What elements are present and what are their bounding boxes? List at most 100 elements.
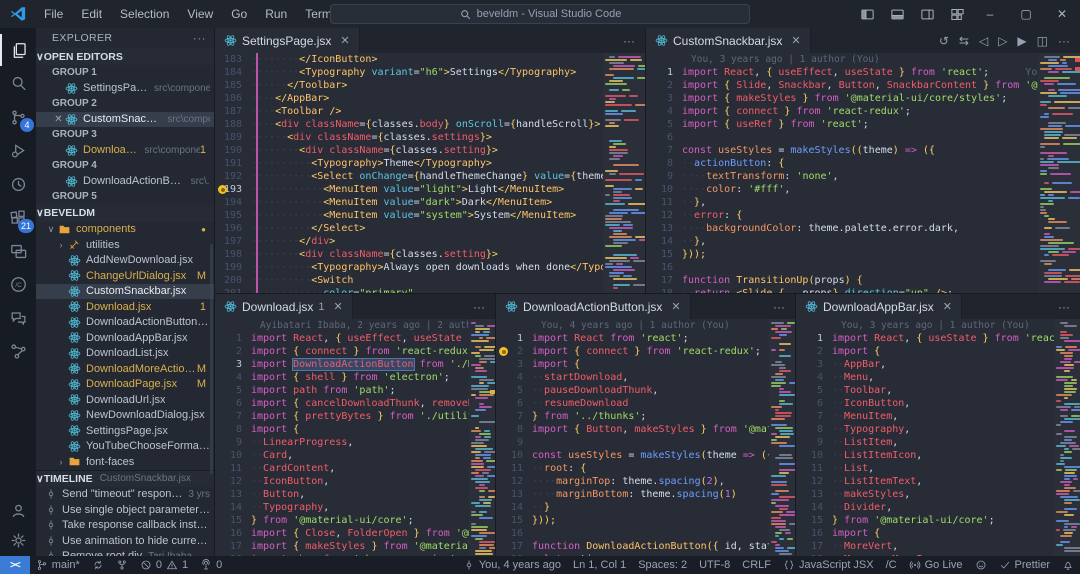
status-feedback[interactable]	[969, 556, 993, 574]
open-editor-item[interactable]: DownloadActionButton.jsxsrc\...	[36, 174, 214, 190]
status-gitlens-compare[interactable]	[110, 556, 134, 574]
menu-file[interactable]: File	[35, 0, 72, 28]
more-actions-icon[interactable]: ···	[1058, 34, 1070, 48]
status-problems[interactable]: 01	[134, 556, 194, 574]
more-actions-icon[interactable]: ···	[473, 300, 485, 314]
next-change-icon[interactable]: ▷	[998, 34, 1007, 48]
tree-file[interactable]: Download.jsx1	[36, 299, 214, 315]
menu-selection[interactable]: Selection	[111, 0, 178, 28]
tree-file[interactable]: AddNewDownload.jsx	[36, 253, 214, 269]
lightbulb-icon[interactable]	[218, 185, 227, 194]
customize-layout-icon[interactable]	[942, 0, 972, 28]
status-eol[interactable]: CRLF	[736, 556, 777, 574]
timeline-item[interactable]: Remove root divTari Ibaba	[36, 549, 214, 557]
status-remote-indicator[interactable]: ><	[0, 556, 30, 574]
status-language-mode[interactable]: JavaScript JSX	[777, 556, 880, 574]
code-area[interactable]: You, 4 years ago | 1 author (You)1import…	[496, 319, 769, 556]
activity-extensions[interactable]: 21	[0, 202, 36, 234]
tree-file[interactable]: DownloadActionButton.jsx	[36, 315, 214, 331]
status-git-branch[interactable]: main*	[30, 556, 86, 574]
status-cursor-position[interactable]: Ln 1, Col 1	[567, 556, 632, 574]
menu-edit[interactable]: Edit	[72, 0, 111, 28]
minimap[interactable]	[603, 53, 645, 293]
close-button[interactable]: ✕	[1044, 0, 1080, 28]
activity-share[interactable]	[0, 336, 36, 368]
tree-file[interactable]: NewDownloadDialog.jsx	[36, 408, 214, 424]
tree-file[interactable]: DownloadUrl.jsx	[36, 392, 214, 408]
timeline-item[interactable]: Take response callback instead ...	[36, 518, 214, 534]
project-header[interactable]: ∨BEVELDM	[36, 205, 214, 222]
activity-timeline-clock[interactable]	[0, 168, 36, 200]
activity-remote-explorer[interactable]	[0, 235, 36, 267]
toggle-panel-icon[interactable]	[882, 0, 912, 28]
tree-file[interactable]: CustomSnackbar.jsx	[36, 284, 214, 300]
history-icon[interactable]: ↺	[939, 34, 949, 48]
more-actions-icon[interactable]: ···	[773, 300, 785, 314]
run-icon[interactable]: ▶	[1017, 34, 1026, 48]
status-ports[interactable]: 0	[194, 556, 228, 574]
toggle-secondary-sidebar-icon[interactable]	[912, 0, 942, 28]
close-icon[interactable]: ✕	[791, 34, 800, 47]
status-commit-info[interactable]: You, 4 years ago	[457, 556, 567, 574]
timeline-header[interactable]: ∨TIMELINECustomSnackbar.jsx	[36, 470, 214, 487]
status-notifications[interactable]	[1056, 556, 1080, 574]
tree-file[interactable]: DownloadAppBar.jsx	[36, 330, 214, 346]
tree-file[interactable]: DownloadMoreActions.jsxM	[36, 361, 214, 377]
activity-accounts[interactable]	[0, 494, 36, 526]
lightbulb-icon[interactable]	[499, 347, 508, 356]
split-editor-icon[interactable]: ◫	[1037, 34, 1048, 48]
minimap[interactable]	[1038, 53, 1080, 293]
tree-folder[interactable]: ∨components●	[36, 222, 214, 238]
code-area[interactable]: You, 3 years ago | 1 author (You)1import…	[646, 53, 1038, 293]
tab-settings-page[interactable]: SettingsPage.jsx✕	[215, 28, 360, 53]
code-area[interactable]: Ayibatari Ibaba, 2 years ago | 2 authors…	[215, 319, 469, 556]
status-indentation[interactable]: Spaces: 2	[632, 556, 693, 574]
status-sync-changes[interactable]	[86, 556, 110, 574]
command-center-search[interactable]: beveldm - Visual Studio Code	[330, 4, 750, 24]
toggle-sidebar-icon[interactable]	[852, 0, 882, 28]
previous-change-icon[interactable]: ◁	[979, 34, 988, 48]
tree-file[interactable]: DownloadList.jsx	[36, 346, 214, 362]
compare-changes-icon[interactable]: ⇆	[959, 34, 969, 48]
close-icon[interactable]: ✕	[671, 300, 680, 313]
activity-settings[interactable]	[0, 524, 36, 556]
status-encoding[interactable]: UTF-8	[693, 556, 736, 574]
tab-download-action-button[interactable]: DownloadActionButton.jsx✕	[496, 294, 691, 319]
minimap[interactable]	[469, 319, 495, 556]
code-area[interactable]: You, 3 years ago | 1 author (You)1import…	[796, 319, 1054, 556]
tree-file[interactable]: YouTubeChooseFormat.jsx	[36, 439, 214, 455]
menu-view[interactable]: View	[178, 0, 222, 28]
status-console-ninja[interactable]: /C	[880, 556, 903, 574]
timeline-item[interactable]: Use single object parameter for...	[36, 502, 214, 518]
tree-file[interactable]: ChangeUrlDialog.jsxM	[36, 268, 214, 284]
tree-folder[interactable]: ›utilities	[36, 237, 214, 253]
activity-explorer[interactable]	[0, 34, 36, 66]
open-editor-item[interactable]: ✕CustomSnackbar.jsxsrc\compo...	[36, 112, 214, 128]
sidebar-scrollbar[interactable]	[210, 244, 213, 474]
tree-folder[interactable]: ›font-faces	[36, 454, 214, 470]
menu-go[interactable]: Go	[222, 0, 256, 28]
tab-download[interactable]: Download.jsx1✕	[215, 294, 353, 319]
open-editors-header[interactable]: ∨OPEN EDITORS	[36, 48, 214, 65]
more-actions-icon[interactable]: ···	[193, 31, 206, 45]
activity-source-control[interactable]: 4	[0, 101, 36, 133]
close-icon[interactable]: ✕	[943, 300, 952, 313]
open-editor-item[interactable]: SettingsPage.jsxsrc\components	[36, 81, 214, 97]
close-icon[interactable]: ✕	[340, 34, 349, 47]
close-icon[interactable]: ✕	[52, 114, 65, 125]
tree-file[interactable]: SettingsPage.jsx	[36, 423, 214, 439]
tab-custom-snackbar[interactable]: CustomSnackbar.jsx✕	[646, 28, 811, 53]
status-go-live[interactable]: Go Live	[903, 556, 969, 574]
minimize-button[interactable]: –	[972, 0, 1008, 28]
activity-console-ninja[interactable]: /C	[0, 269, 36, 301]
minimap[interactable]	[769, 319, 795, 556]
minimap[interactable]	[1054, 319, 1080, 556]
activity-run-and-debug[interactable]	[0, 135, 36, 167]
tree-file[interactable]: DownloadPage.jsxM	[36, 377, 214, 393]
more-actions-icon[interactable]: ···	[1058, 300, 1070, 314]
activity-comments[interactable]	[0, 302, 36, 334]
timeline-item[interactable]: Use animation to hide current a...	[36, 533, 214, 549]
activity-search[interactable]	[0, 68, 36, 100]
tab-download-app-bar[interactable]: DownloadAppBar.jsx✕	[796, 294, 962, 319]
status-prettier[interactable]: Prettier	[993, 556, 1056, 574]
